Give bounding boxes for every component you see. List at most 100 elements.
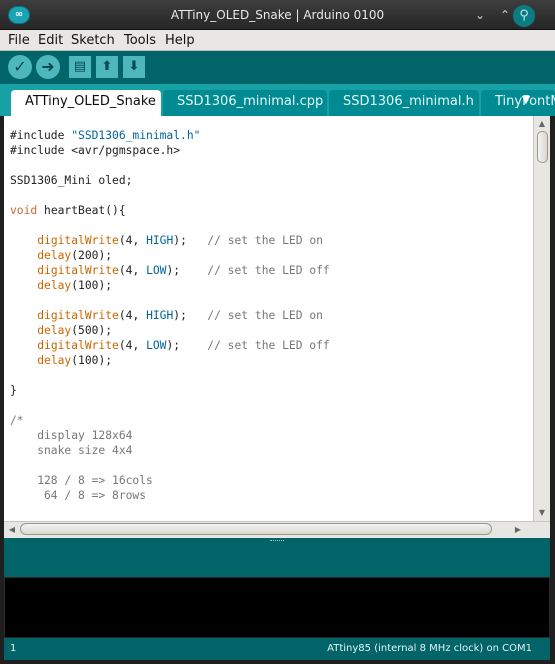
code-token: (4, <box>118 234 147 247</box>
tab-ssd1306-minimal-h[interactable]: SSD1306_minimal.h <box>329 90 479 116</box>
console-output[interactable] <box>4 577 550 638</box>
code-token: /* <box>10 414 24 427</box>
code-line[interactable]: digitalWrite(4, HIGH); // set the LED on <box>10 308 330 323</box>
code-line[interactable]: 128 / 8 => 16cols <box>10 473 330 488</box>
message-area <box>4 538 550 577</box>
menu-edit[interactable]: Edit <box>38 30 63 51</box>
menu-file[interactable]: File <box>8 30 30 51</box>
code-token: 128 / 8 => 16cols <box>10 474 153 487</box>
tab-ssd1306-minimal-cpp[interactable]: SSD1306_minimal.cpp <box>163 90 327 116</box>
code-token: ); <box>173 234 208 247</box>
code-text[interactable]: #include "SSD1306_minimal.h" #include <av… <box>10 128 330 503</box>
code-token: ); <box>166 264 208 277</box>
horizontal-scroll-thumb[interactable] <box>20 523 492 535</box>
scroll-right-icon[interactable]: ▶ <box>512 524 524 535</box>
code-token: (100); <box>71 279 113 292</box>
code-line[interactable]: 64 / 8 => 8rows <box>10 488 330 503</box>
code-line[interactable]: /* <box>10 413 330 428</box>
menu-tools[interactable]: Tools <box>124 30 156 51</box>
code-line[interactable]: snake size 4x4 <box>10 443 330 458</box>
code-line[interactable] <box>10 158 330 173</box>
maximize-button[interactable]: ⌃ <box>495 6 515 24</box>
code-line[interactable]: #include "SSD1306_minimal.h" <box>10 128 330 143</box>
code-line[interactable] <box>10 218 330 233</box>
code-token: (500); <box>71 324 113 337</box>
divider-grip[interactable] <box>270 540 284 543</box>
code-line[interactable] <box>10 458 330 473</box>
code-token: delay <box>37 249 72 262</box>
code-token: delay <box>37 324 72 337</box>
code-token: (4, <box>118 264 147 277</box>
code-token: // set the LED on <box>207 234 323 247</box>
scroll-down-icon[interactable]: ▼ <box>536 508 548 518</box>
menu-sketch[interactable]: Sketch <box>71 30 115 51</box>
code-token: ); <box>173 309 208 322</box>
code-line[interactable]: void heartBeat(){ <box>10 203 330 218</box>
board-info: ATtiny85 (internal 8 MHz clock) on COM1 <box>327 643 532 654</box>
verify-button[interactable]: ✓ <box>8 55 32 79</box>
code-line[interactable] <box>10 188 330 203</box>
code-token: digitalWrite <box>37 234 119 247</box>
scroll-up-icon[interactable]: ▲ <box>536 119 548 129</box>
code-token: (200); <box>71 249 113 262</box>
code-token: 64 / 8 => 8rows <box>10 489 147 502</box>
code-token: LOW <box>146 339 167 352</box>
code-token: } <box>10 384 17 397</box>
code-token: HIGH <box>146 309 174 322</box>
code-line[interactable]: #include <avr/pgmspace.h> <box>10 143 330 158</box>
code-token: digitalWrite <box>37 309 119 322</box>
code-line[interactable]: delay(100); <box>10 278 330 293</box>
code-line[interactable] <box>10 398 330 413</box>
code-line[interactable]: delay(100); <box>10 353 330 368</box>
scroll-left-icon[interactable]: ◀ <box>6 524 18 535</box>
code-token: (4, <box>118 309 147 322</box>
minimize-button[interactable]: ⌄ <box>470 6 490 24</box>
serial-monitor-button[interactable]: ⚲ <box>513 5 535 27</box>
code-token: (100); <box>71 354 113 367</box>
code-line[interactable]: display 128x64 <box>10 428 330 443</box>
save-sketch-button[interactable]: ⬇ <box>123 56 145 78</box>
open-sketch-button[interactable]: ⬆ <box>96 56 118 78</box>
code-token: #include <box>10 129 72 142</box>
code-token: // set the LED on <box>207 309 323 322</box>
code-token: delay <box>37 354 72 367</box>
code-token: HIGH <box>146 234 174 247</box>
code-token: SSD1306_Mini oled; <box>10 174 133 187</box>
code-token: snake size 4x4 <box>10 444 133 457</box>
code-line[interactable]: digitalWrite(4, LOW); // set the LED off <box>10 338 330 353</box>
upload-button[interactable]: ➜ <box>36 55 60 79</box>
menu-bar: File Edit Sketch Tools Help <box>0 30 555 51</box>
code-token: ); <box>166 339 208 352</box>
code-line[interactable]: delay(500); <box>10 323 330 338</box>
code-line[interactable] <box>10 293 330 308</box>
code-token: heartBeat(){ <box>37 204 126 217</box>
code-line[interactable] <box>10 368 330 383</box>
vertical-scrollbar[interactable] <box>533 116 550 521</box>
code-line[interactable]: digitalWrite(4, HIGH); // set the LED on <box>10 233 330 248</box>
code-token: // set the LED off <box>207 264 330 277</box>
code-line[interactable]: SSD1306_Mini oled; <box>10 173 330 188</box>
code-token: display 128x64 <box>10 429 133 442</box>
code-line[interactable]: delay(200); <box>10 248 330 263</box>
code-line[interactable]: digitalWrite(4, LOW); // set the LED off <box>10 263 330 278</box>
toolbar: ✓ ➜ ▤ ⬆ ⬇ <box>0 51 555 84</box>
tab-attiny-oled-snake[interactable]: ATTiny_OLED_Snake <box>11 90 161 116</box>
vertical-scroll-thumb[interactable] <box>537 131 548 163</box>
code-editor[interactable]: #include "SSD1306_minimal.h" #include <av… <box>4 116 533 521</box>
code-token: digitalWrite <box>37 339 119 352</box>
menu-help[interactable]: Help <box>165 30 195 51</box>
code-token: // set the LED off <box>207 339 330 352</box>
tab-menu-icon[interactable]: ▼ <box>516 90 536 110</box>
new-sketch-button[interactable]: ▤ <box>69 56 91 78</box>
code-token: "SSD1306_minimal.h" <box>71 129 201 142</box>
code-token: delay <box>37 279 72 292</box>
code-token: LOW <box>146 264 167 277</box>
code-line[interactable]: } <box>10 383 330 398</box>
